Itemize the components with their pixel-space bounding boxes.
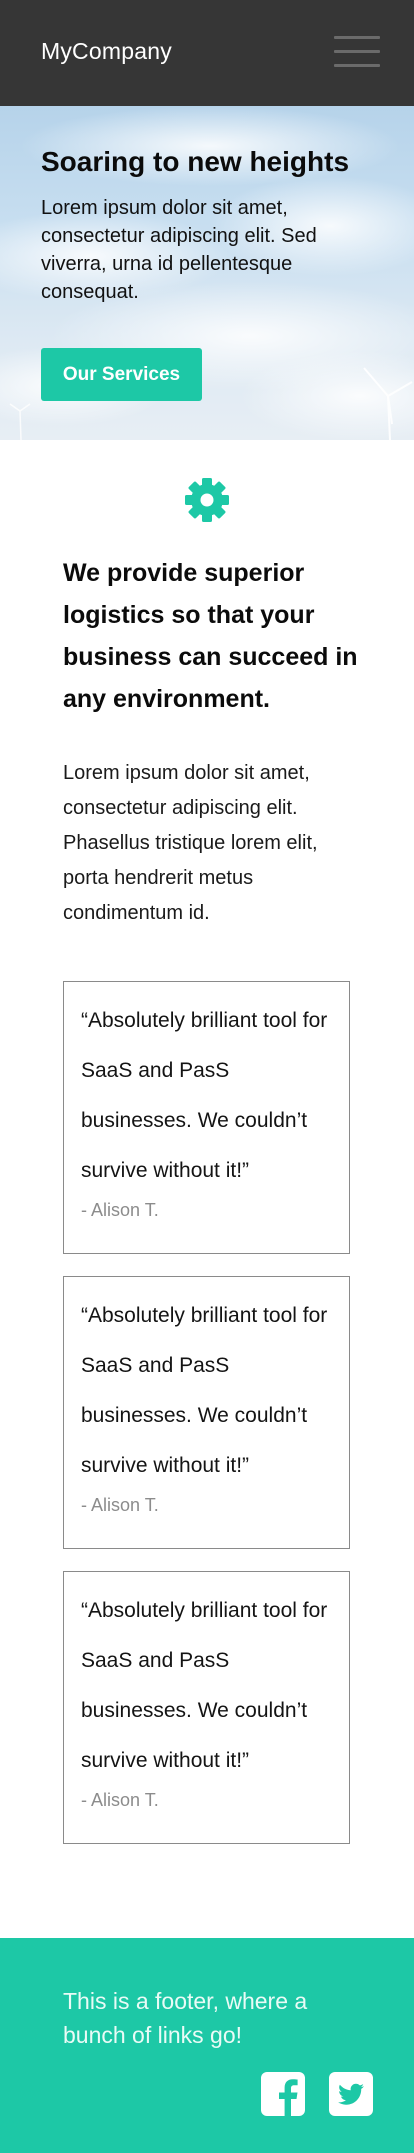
site-header: MyCompany <box>0 0 414 106</box>
testimonial-card: “Absolutely brilliant tool for SaaS and … <box>63 1571 350 1844</box>
testimonial-author: - Alison T. <box>81 1495 159 1515</box>
menu-bar <box>334 64 380 67</box>
testimonial-quote: “Absolutely brilliant tool for SaaS and … <box>81 1599 328 1772</box>
facebook-icon[interactable] <box>261 2072 305 2116</box>
intro-paragraph: Lorem ipsum dolor sit amet, consectetur … <box>63 762 318 924</box>
testimonial-author: - Alison T. <box>81 1790 159 1810</box>
hamburger-menu-icon[interactable] <box>334 34 380 68</box>
hero-title: Soaring to new heights <box>41 146 350 177</box>
mission-heading: We provide superior logistics so that yo… <box>63 559 358 713</box>
menu-bar <box>334 36 380 39</box>
testimonial-card: “Absolutely brilliant tool for SaaS and … <box>63 1276 350 1549</box>
testimonial-card: “Absolutely brilliant tool for SaaS and … <box>63 981 350 1254</box>
gear-icon <box>185 478 229 522</box>
our-services-button[interactable]: Our Services <box>41 348 202 401</box>
menu-bar <box>334 50 380 53</box>
hero-section: Soaring to new heights Lorem ipsum dolor… <box>0 106 414 440</box>
hero-text: Lorem ipsum dolor sit amet, consectetur … <box>41 197 317 303</box>
testimonial-quote: “Absolutely brilliant tool for SaaS and … <box>81 1009 328 1182</box>
footer-text: This is a footer, where a bunch of links… <box>63 1988 308 2048</box>
site-footer: This is a footer, where a bunch of links… <box>0 1938 414 2153</box>
twitter-icon[interactable] <box>329 2072 373 2116</box>
testimonial-quote: “Absolutely brilliant tool for SaaS and … <box>81 1304 328 1477</box>
brand-logo-text[interactable]: MyCompany <box>41 38 172 65</box>
testimonial-author: - Alison T. <box>81 1200 159 1220</box>
